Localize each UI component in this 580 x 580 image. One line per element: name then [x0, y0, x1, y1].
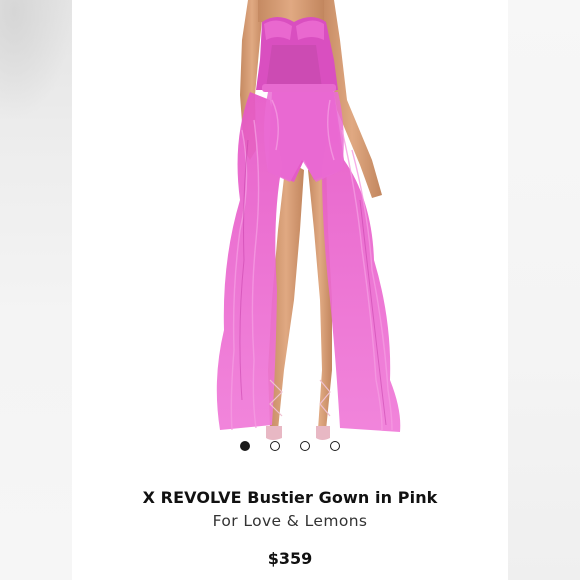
carousel-dot-3[interactable] [300, 441, 310, 451]
carousel-dots [0, 441, 580, 451]
carousel-dot-2[interactable] [270, 441, 280, 451]
product-brand[interactable]: For Love & Lemons [0, 512, 580, 530]
product-title[interactable]: X REVOLVE Bustier Gown in Pink [0, 488, 580, 507]
carousel-dot-1[interactable] [240, 441, 250, 451]
product-listing-page: X REVOLVE Bustier Gown in Pink For Love … [0, 0, 580, 580]
product-price: $359 [267, 549, 313, 568]
product-image[interactable] [72, 0, 508, 455]
carousel-dot-4[interactable] [330, 441, 340, 451]
gown-photo-icon [216, 0, 401, 440]
